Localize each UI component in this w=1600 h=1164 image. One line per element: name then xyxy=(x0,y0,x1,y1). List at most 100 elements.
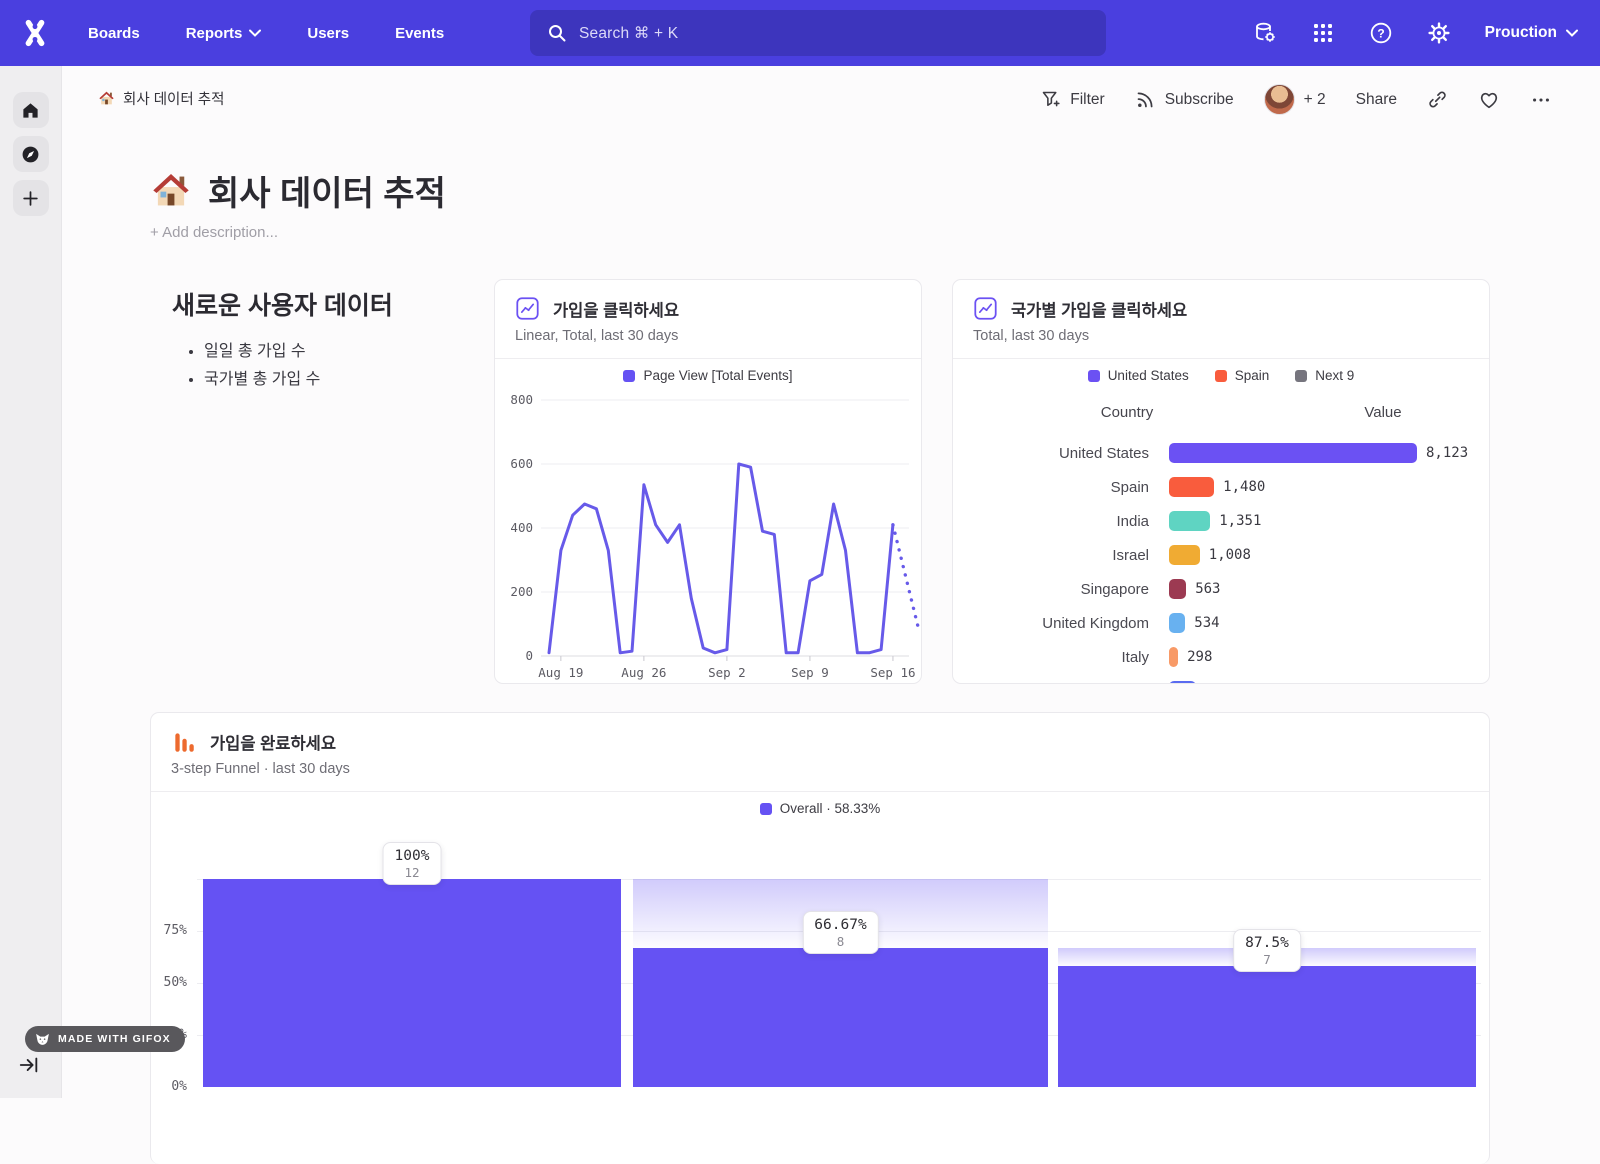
compass-icon xyxy=(21,145,40,164)
legend-label: Overall · 58.33% xyxy=(780,801,881,816)
page-title-text: 회사 데이터 추적 xyxy=(208,166,446,215)
line-chart-svg xyxy=(541,400,922,664)
settings-gear-icon[interactable] xyxy=(1427,21,1451,45)
search-icon xyxy=(547,23,567,43)
data-management-icon[interactable] xyxy=(1253,21,1277,45)
y-axis-label: 0% xyxy=(151,1079,187,1094)
country-bar xyxy=(1169,579,1186,599)
nav-item-users[interactable]: Users xyxy=(307,25,349,42)
create-new-button[interactable] xyxy=(13,180,49,216)
collapse-sidebar-icon[interactable] xyxy=(18,1054,40,1076)
share-button[interactable]: Share xyxy=(1356,91,1397,109)
chart-legend: Overall · 58.33% xyxy=(151,801,1489,816)
country-bar xyxy=(1169,443,1417,463)
country-label: Singapore xyxy=(953,581,1149,598)
chart-legend: United States Spain Next 9 xyxy=(953,368,1489,383)
country-row[interactable]: Spain1,480 xyxy=(953,470,1490,504)
house-emoji-icon xyxy=(150,170,192,212)
legend-label: United States xyxy=(1108,368,1189,383)
card-title: 가입을 완료하세요 xyxy=(210,730,336,754)
board-actions: Filter Subscribe + 2 Share xyxy=(1040,84,1552,115)
line-chart-icon xyxy=(973,296,998,321)
card-title: 가입을 클릭하세요 xyxy=(553,297,679,321)
country-bar xyxy=(1169,613,1185,633)
country-bar-list: United States8,123Spain1,480India1,351Is… xyxy=(953,436,1490,684)
intro-bullet: 국가별 총 가입 수 xyxy=(204,366,320,394)
mixpanel-logo-icon[interactable] xyxy=(20,18,50,48)
avatar xyxy=(1264,84,1295,115)
filter-icon xyxy=(1040,89,1061,110)
card-funnel[interactable]: 가입을 완료하세요 3-step Funnel · last 30 days O… xyxy=(150,712,1490,1164)
card-title: 국가별 가입을 클릭하세요 xyxy=(1011,297,1187,321)
country-row[interactable]: India1,351 xyxy=(953,504,1490,538)
y-axis-label: 75% xyxy=(151,923,187,938)
intro-bullet: 일일 총 가입 수 xyxy=(204,338,320,366)
conversion-rate: 100% xyxy=(395,848,430,864)
fox-icon xyxy=(34,1031,51,1048)
home-button[interactable] xyxy=(13,92,49,128)
filter-button[interactable]: Filter xyxy=(1040,89,1104,110)
country-bar xyxy=(1169,477,1214,497)
gifox-label: MADE WITH GIFOX xyxy=(58,1033,171,1045)
more-options-icon[interactable] xyxy=(1530,89,1552,111)
funnel-chart-icon xyxy=(171,729,197,755)
country-row[interactable]: United States8,123 xyxy=(953,436,1490,470)
y-axis-label: 600 xyxy=(495,456,533,471)
country-row[interactable]: Israel 1,008 xyxy=(953,538,1490,572)
legend-entry: Next 9 xyxy=(1295,368,1354,383)
breadcrumb-title: 회사 데이터 추적 xyxy=(123,88,224,109)
funnel-step-label: 87.5%7 xyxy=(1233,929,1301,972)
nav-item-boards[interactable]: Boards xyxy=(88,25,140,42)
funnel-bar[interactable] xyxy=(1058,966,1476,1087)
country-label: Spain xyxy=(953,479,1149,496)
legend-swatch xyxy=(1215,370,1227,382)
help-icon[interactable]: ? xyxy=(1369,21,1393,45)
legend-entry: Spain xyxy=(1215,368,1270,383)
country-row[interactable] xyxy=(953,674,1490,684)
funnel-bar[interactable] xyxy=(633,948,1048,1087)
subscribe-label: Subscribe xyxy=(1165,91,1234,109)
collaborators[interactable]: + 2 xyxy=(1264,84,1326,115)
conversion-rate: 66.67% xyxy=(814,917,866,933)
legend-swatch xyxy=(1088,370,1100,382)
x-axis-label: Sep 2 xyxy=(708,665,746,680)
step-count: 12 xyxy=(395,865,430,880)
plus-icon xyxy=(21,189,40,208)
apps-grid-icon[interactable] xyxy=(1311,21,1335,45)
nav-item-label: Reports xyxy=(186,25,243,42)
card-country-bars[interactable]: 국가별 가입을 클릭하세요 Total, last 30 days United… xyxy=(952,279,1490,684)
page-title: 회사 데이터 추적 xyxy=(150,166,446,215)
card-line-chart[interactable]: 가입을 클릭하세요 Linear, Total, last 30 days Pa… xyxy=(494,279,922,684)
legend-swatch xyxy=(1295,370,1307,382)
step-count: 8 xyxy=(814,934,866,949)
country-row[interactable]: United Kingdom534 xyxy=(953,606,1490,640)
x-axis-label: Sep 9 xyxy=(791,665,829,680)
country-value: 534 xyxy=(1194,615,1219,631)
country-row[interactable]: Singapore563 xyxy=(953,572,1490,606)
country-label: Italy xyxy=(953,649,1149,666)
subscribe-button[interactable]: Subscribe xyxy=(1135,89,1234,110)
copy-link-icon[interactable] xyxy=(1427,89,1448,110)
discover-button[interactable] xyxy=(13,136,49,172)
country-row[interactable]: Italy298 xyxy=(953,640,1490,674)
country-value: 1,008 xyxy=(1209,547,1251,563)
legend-label: Spain xyxy=(1235,368,1270,383)
card-subtitle: Linear, Total, last 30 days xyxy=(515,328,678,344)
main-content: 회사 데이터 추적 Filter Subscribe + 2 xyxy=(62,66,1600,1098)
intro-heading: 새로운 사용자 데이터 xyxy=(172,286,393,322)
x-axis-label: Aug 26 xyxy=(621,665,666,680)
funnel-bar[interactable] xyxy=(203,879,621,1087)
add-description-button[interactable]: + Add description... xyxy=(150,224,278,241)
breadcrumb[interactable]: 회사 데이터 추적 xyxy=(98,88,224,109)
filter-label: Filter xyxy=(1070,91,1104,109)
project-selector[interactable]: Prouction xyxy=(1485,24,1578,42)
x-axis-label: Aug 19 xyxy=(538,665,583,680)
search-input[interactable]: Search ⌘ + K xyxy=(530,10,1106,56)
made-with-gifox-badge[interactable]: MADE WITH GIFOX xyxy=(25,1026,185,1052)
nav-item-reports[interactable]: Reports xyxy=(186,25,262,42)
favorite-heart-icon[interactable] xyxy=(1478,89,1500,111)
country-label: Israel xyxy=(953,547,1149,564)
legend-label: Next 9 xyxy=(1315,368,1354,383)
intro-bullets: 일일 총 가입 수 국가별 총 가입 수 xyxy=(190,338,320,394)
nav-item-events[interactable]: Events xyxy=(395,25,444,42)
